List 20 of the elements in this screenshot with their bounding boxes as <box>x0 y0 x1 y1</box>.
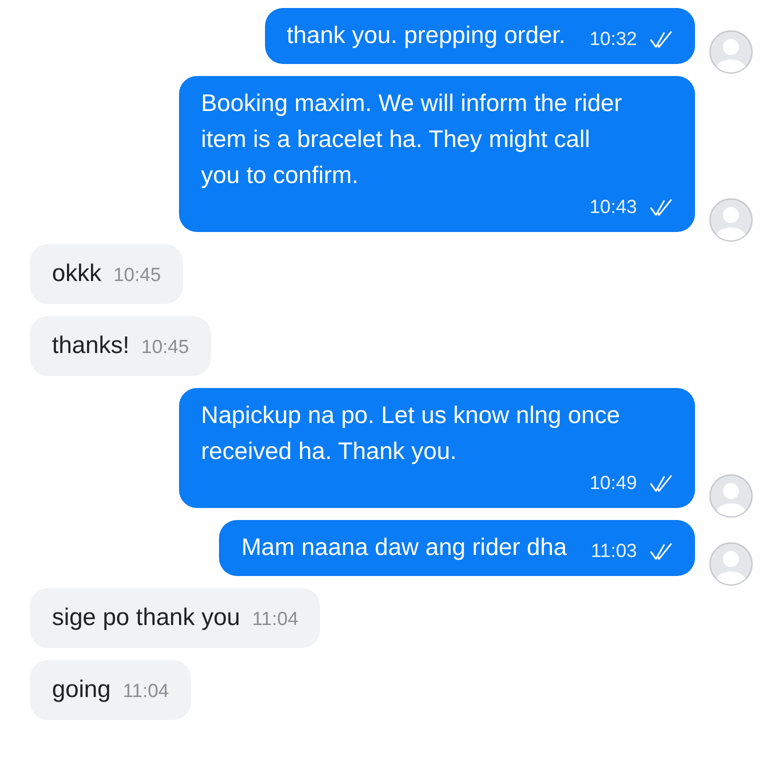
message-time: 10:49 <box>589 472 637 496</box>
message-text: okkk <box>52 259 102 289</box>
message-text: thanks! <box>52 331 130 361</box>
message-time: 11:03 <box>590 540 637 564</box>
message-text: Mam naana daw ang rider dha <box>241 533 567 563</box>
message-time: 10:32 <box>589 28 637 52</box>
message-time: 10:45 <box>113 264 161 288</box>
message-text: Booking maxim. We will inform the rider item is a bracelet ha. They might call you to confirm. <box>201 89 624 191</box>
message-time: 11:04 <box>122 680 169 704</box>
avatar-icon <box>709 30 753 74</box>
avatar-icon <box>709 542 753 586</box>
message-time: 11:04 <box>252 608 298 632</box>
message-time: 10:43 <box>589 196 637 220</box>
message-text: going <box>52 675 111 705</box>
message-text: thank you. prepping order. <box>286 21 566 51</box>
avatar-icon <box>709 198 753 242</box>
message-time: 10:45 <box>141 336 189 360</box>
avatar-icon <box>709 474 753 518</box>
message-text: sige po thank you <box>52 603 240 633</box>
message-text: Napickup na po. Let us know nlng once received ha. Thank you. <box>201 401 621 467</box>
